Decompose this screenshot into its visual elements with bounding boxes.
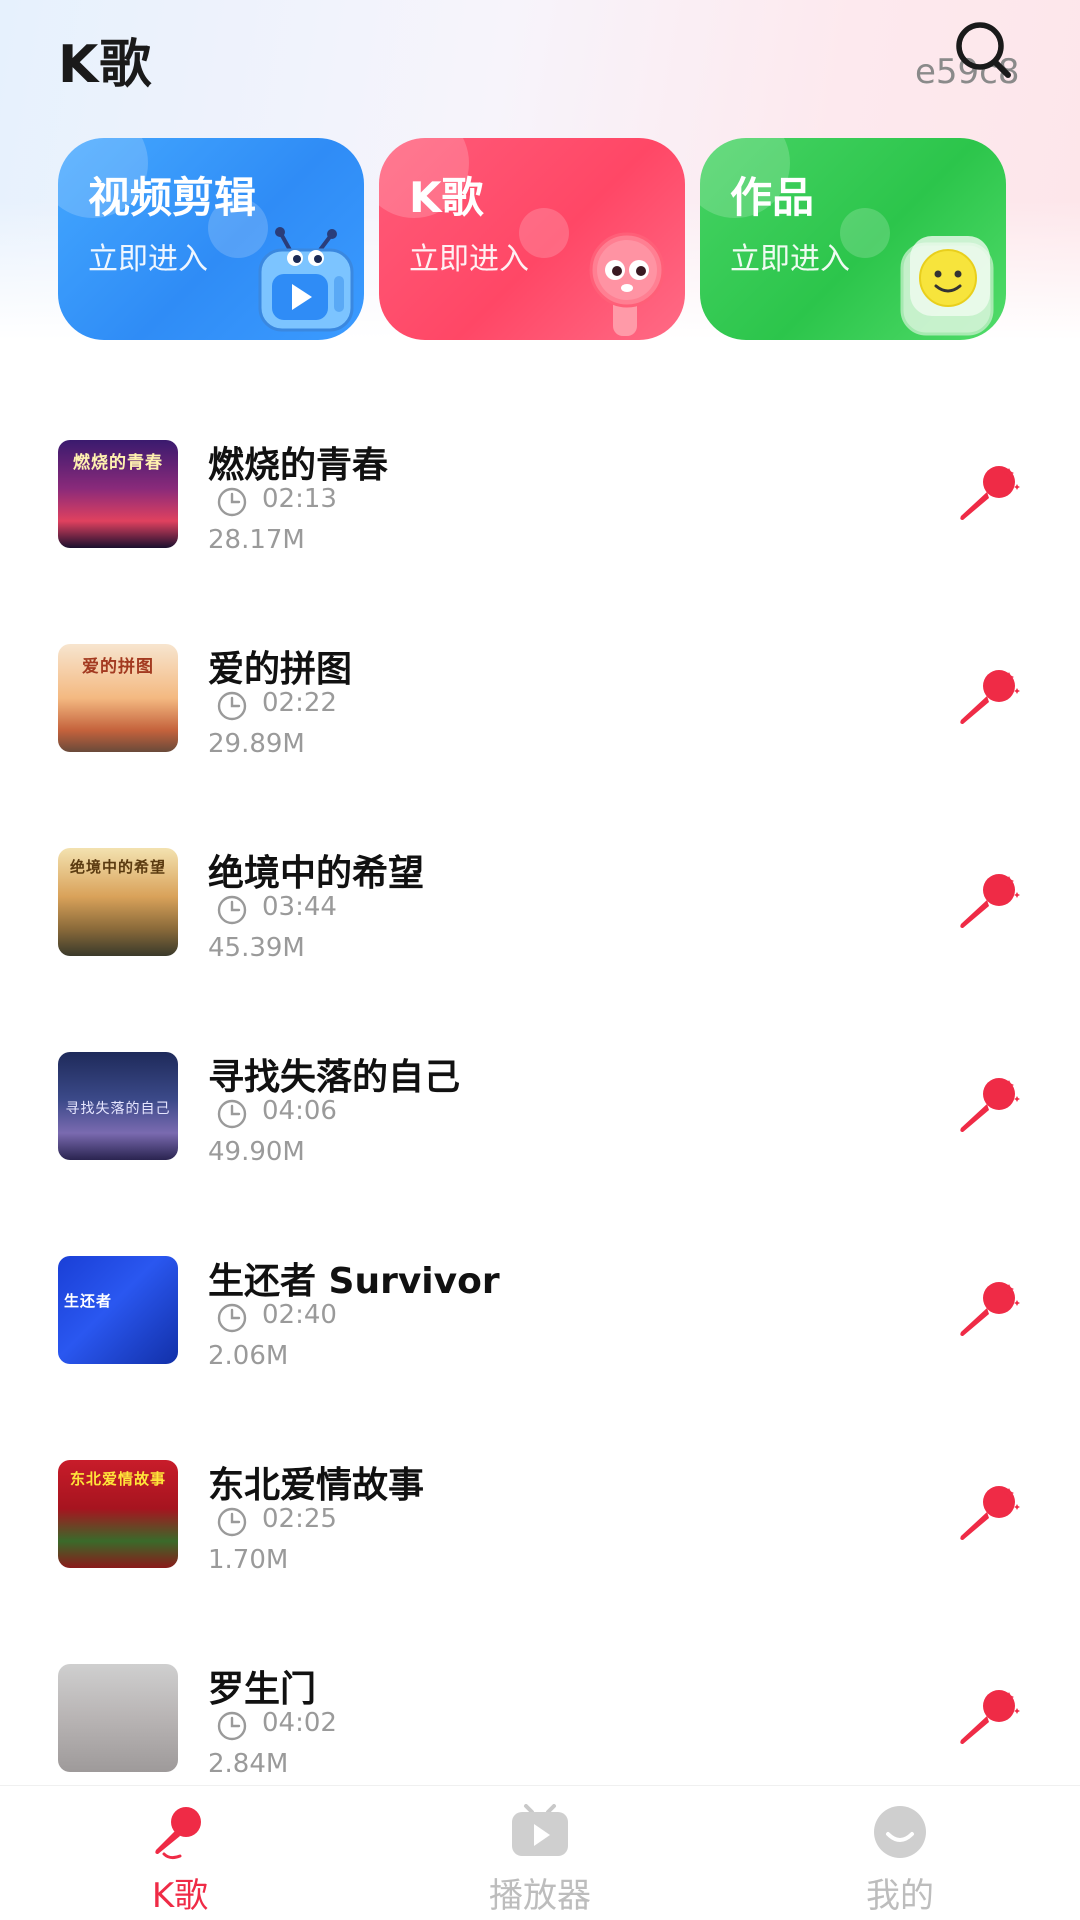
bottom-tab-bar: K歌 播放器 我的 — [0, 1785, 1080, 1920]
karaoke-mic-icon[interactable] — [955, 462, 1021, 524]
search-button[interactable] — [950, 18, 1020, 88]
cover-title: 绝境中的希望 — [69, 858, 166, 876]
list-item[interactable]: 罗生门 04:02 2.84M — [0, 1644, 1080, 1794]
list-item[interactable]: 生还者 生还者 Survivor 02:40 2.06M — [0, 1236, 1080, 1386]
feature-cards: 视频剪辑 立即进入 K歌 立即进入 作品 立即进入 — [58, 138, 1008, 340]
list-item[interactable]: 燃烧的青春 燃烧的青春 02:13 28.17M — [0, 420, 1080, 570]
tab-player[interactable]: 播放器 — [390, 1786, 690, 1920]
cover-title: 燃烧的青春 — [73, 453, 163, 473]
list-item[interactable]: 绝境中的希望 绝境中的希望 03:44 45.39M — [0, 828, 1080, 978]
song-size: 49.90M — [208, 1137, 305, 1167]
microphone-icon — [155, 1807, 201, 1860]
song-title: 燃烧的青春 — [208, 445, 389, 486]
list-item[interactable]: 寻找失落的自己 寻找失落的自己 04:06 49.90M — [0, 1032, 1080, 1182]
card-subtitle: 立即进入 — [730, 242, 850, 277]
song-size: 2.84M — [208, 1749, 289, 1779]
song-cover: 爱的拼图 — [58, 644, 178, 752]
song-duration: 04:02 — [262, 1708, 337, 1738]
clock-icon — [217, 487, 247, 517]
song-title: 东北爱情故事 — [208, 1465, 425, 1506]
karaoke-mic-icon[interactable] — [955, 870, 1021, 932]
cover-title: 爱的拼图 — [82, 657, 154, 677]
card-subtitle: 立即进入 — [88, 242, 208, 277]
card-title: 视频剪辑 — [88, 173, 257, 222]
card-subtitle: 立即进入 — [409, 242, 529, 277]
karaoke-mic-icon[interactable] — [955, 1686, 1021, 1748]
song-title: 罗生门 — [208, 1669, 317, 1710]
song-duration: 02:13 — [262, 484, 337, 514]
cover-title: 生还者 — [64, 1292, 113, 1310]
clock-icon — [217, 895, 247, 925]
works-card[interactable]: 作品 立即进入 — [700, 138, 1006, 340]
song-size: 45.39M — [208, 933, 305, 963]
clock-icon — [217, 1303, 247, 1333]
song-duration: 04:06 — [262, 1096, 337, 1126]
clock-icon — [217, 1099, 247, 1129]
song-duration: 03:44 — [262, 892, 337, 922]
song-title: 生还者 Survivor — [208, 1261, 500, 1302]
karaoke-mic-icon[interactable] — [955, 1278, 1021, 1340]
song-cover — [58, 1664, 178, 1772]
song-duration: 02:40 — [262, 1300, 337, 1330]
card-title: 作品 — [730, 173, 815, 222]
song-cover: 东北爱情故事 — [58, 1460, 178, 1568]
clock-icon — [217, 1507, 247, 1537]
song-title: 寻找失落的自己 — [208, 1057, 461, 1098]
video-edit-card[interactable]: 视频剪辑 立即进入 — [58, 138, 364, 340]
tv-mascot-icon — [258, 227, 354, 332]
song-duration: 02:22 — [262, 688, 337, 718]
tab-label: 我的 — [866, 1876, 934, 1916]
tab-label: K歌 — [151, 1876, 209, 1916]
smiley-mascot-icon — [900, 236, 994, 336]
karaoke-mic-icon[interactable] — [955, 1074, 1021, 1136]
song-size: 1.70M — [208, 1545, 289, 1575]
song-cover: 寻找失落的自己 — [58, 1052, 178, 1160]
list-item[interactable]: 东北爱情故事 东北爱情故事 02:25 1.70M — [0, 1440, 1080, 1590]
song-cover: 绝境中的希望 — [58, 848, 178, 956]
karaoke-mic-icon[interactable] — [955, 666, 1021, 728]
clock-icon — [217, 691, 247, 721]
search-icon — [956, 22, 1011, 78]
list-item[interactable]: 爱的拼图 爱的拼图 02:22 29.89M — [0, 624, 1080, 774]
cover-title: 寻找失落的自己 — [65, 1101, 171, 1117]
song-cover: 燃烧的青春 — [58, 440, 178, 548]
song-title: 绝境中的希望 — [208, 853, 425, 894]
song-size: 2.06M — [208, 1341, 289, 1371]
microphone-mascot-icon — [589, 232, 665, 336]
song-cover: 生还者 — [58, 1256, 178, 1364]
karaoke-card[interactable]: K歌 立即进入 — [379, 138, 685, 340]
song-size: 28.17M — [208, 525, 305, 555]
card-title: K歌 — [409, 173, 484, 222]
song-duration: 02:25 — [262, 1504, 337, 1534]
tv-play-icon — [512, 1804, 568, 1856]
tab-mine[interactable]: 我的 — [750, 1786, 1050, 1920]
song-title: 爱的拼图 — [208, 649, 353, 690]
page-title: K歌 — [58, 35, 153, 95]
song-size: 29.89M — [208, 729, 305, 759]
cover-title: 东北爱情故事 — [69, 1470, 166, 1488]
karaoke-mic-icon[interactable] — [955, 1482, 1021, 1544]
tab-karaoke[interactable]: K歌 — [30, 1786, 330, 1920]
smile-face-icon — [874, 1806, 926, 1858]
tab-label: 播放器 — [489, 1876, 591, 1916]
clock-icon — [217, 1711, 247, 1741]
header: K歌 e59c8 — [0, 0, 1080, 120]
